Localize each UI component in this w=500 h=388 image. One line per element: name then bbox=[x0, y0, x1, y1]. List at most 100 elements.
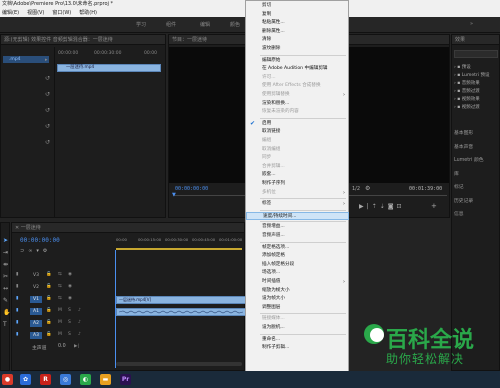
context-menu-item[interactable]: 同步 bbox=[246, 154, 349, 162]
mic-icon[interactable]: ♪ bbox=[78, 332, 81, 337]
selection-tool-icon[interactable]: ➤ bbox=[3, 235, 10, 247]
track-label[interactable]: A2 bbox=[30, 320, 42, 327]
target-icon[interactable]: ▮ bbox=[16, 284, 18, 289]
step-forward-icon[interactable]: ▶| bbox=[359, 203, 372, 210]
context-menu-item[interactable]: 许可... bbox=[246, 74, 349, 82]
solo-icon[interactable]: S bbox=[68, 320, 71, 325]
effects-panel-header[interactable]: 效果 bbox=[452, 35, 499, 45]
target-icon[interactable]: ▮ bbox=[16, 332, 18, 337]
skip-end-icon[interactable]: ▶| bbox=[74, 344, 79, 349]
reset-icon[interactable]: ↺ bbox=[45, 107, 50, 114]
context-menu-item[interactable]: 制作子剪辑... bbox=[246, 344, 349, 352]
folder-icon[interactable]: ▬ bbox=[100, 374, 111, 385]
mic-icon[interactable]: ♪ bbox=[78, 308, 81, 313]
source-clip-bar[interactable]: 一层迷待.mp4 bbox=[57, 64, 161, 72]
work-area-bar[interactable] bbox=[116, 248, 242, 250]
mic-icon[interactable]: ♪ bbox=[78, 320, 81, 325]
premiere-icon[interactable]: Pr bbox=[120, 374, 131, 385]
camera-icon[interactable]: ◙ bbox=[388, 203, 397, 210]
compare-icon[interactable]: ⊡ bbox=[397, 203, 405, 210]
track-label[interactable]: A1 bbox=[30, 308, 42, 315]
context-menu-item[interactable]: 音频增益... bbox=[246, 223, 349, 231]
context-menu-item[interactable]: 制作子序列 bbox=[246, 180, 349, 188]
r-app-icon[interactable]: R bbox=[40, 374, 51, 385]
section-essential-sound[interactable]: 基本声音 bbox=[454, 141, 484, 155]
menu-item-window[interactable]: 窗口(W) bbox=[52, 10, 71, 16]
context-menu-item[interactable]: 多机位 › bbox=[246, 189, 349, 197]
target-icon[interactable]: ▮ bbox=[16, 296, 18, 301]
target-icon[interactable]: ▮ bbox=[16, 308, 18, 313]
context-menu-item[interactable]: 嵌套... bbox=[246, 171, 349, 179]
effects-tree-item[interactable]: › ▪ 音频过渡 bbox=[454, 88, 489, 96]
program-zoom-select[interactable]: 1/2 bbox=[352, 186, 360, 192]
playhead-icon[interactable]: ▼ bbox=[172, 192, 176, 198]
lock-icon[interactable]: 🔓 bbox=[46, 332, 52, 337]
video-clip[interactable]: 一层迷待.mp4[V] bbox=[116, 296, 246, 304]
slip-icon[interactable]: ↔ bbox=[3, 283, 10, 295]
context-menu-item[interactable]: 在 Adobe Audition 中编辑剪辑 bbox=[246, 65, 349, 73]
lock-icon[interactable]: 🔓 bbox=[46, 272, 52, 277]
wrench-icon[interactable]: ⚙ bbox=[365, 185, 370, 192]
workspace-tab-editing[interactable]: 编辑 bbox=[200, 21, 210, 28]
context-menu-item[interactable]: 速度/持续时间... bbox=[246, 211, 349, 220]
section-info[interactable]: 信息 bbox=[454, 208, 484, 222]
menu-item-view[interactable]: 视图(V) bbox=[27, 10, 44, 16]
add-button-icon[interactable]: + bbox=[431, 202, 437, 210]
context-menu-item[interactable]: 启用 ✔ bbox=[246, 120, 349, 128]
source-clip-chip[interactable]: .mp4 bbox=[3, 56, 49, 63]
track-select-icon[interactable]: ⇥ bbox=[3, 247, 10, 259]
context-menu-item[interactable]: 链接媒体... bbox=[246, 315, 349, 323]
sync-icon[interactable]: ⇆ bbox=[58, 272, 62, 277]
eye-icon[interactable]: ◉ bbox=[68, 284, 72, 289]
context-menu-item[interactable]: 取消链接 bbox=[246, 128, 349, 136]
context-menu-item[interactable]: 粘贴属性... bbox=[246, 19, 349, 27]
source-panel-tabs[interactable]: 源:(无剪辑) 效果控件 音频剪辑混合器：一层迷待 bbox=[1, 35, 165, 45]
sync-icon[interactable]: ⇆ bbox=[58, 296, 62, 301]
track-label[interactable]: V2 bbox=[30, 284, 42, 291]
effects-tree-item[interactable]: › ▪ 音频效果 bbox=[454, 80, 489, 88]
context-menu-item[interactable]: 使用剪辑替换 › bbox=[246, 91, 349, 99]
context-menu-item[interactable]: 使用 After Effects 合成替换 bbox=[246, 82, 349, 90]
menu-item-edit[interactable]: 编辑(E) bbox=[2, 10, 19, 16]
solo-icon[interactable]: S bbox=[68, 308, 71, 313]
hand-icon[interactable]: ✋ bbox=[3, 307, 10, 319]
audio-clip[interactable] bbox=[116, 308, 246, 316]
lift-icon[interactable]: ⇡ bbox=[372, 203, 380, 210]
timeline-playhead[interactable] bbox=[115, 250, 116, 368]
snap-icon[interactable]: ⊃ bbox=[20, 248, 28, 254]
track-label[interactable]: A3 bbox=[30, 332, 42, 339]
context-menu-item[interactable]: 调整图层 bbox=[246, 304, 349, 312]
context-menu-item[interactable]: 编组 bbox=[246, 137, 349, 145]
target-icon[interactable]: ▮ bbox=[16, 320, 18, 325]
pen-icon[interactable]: ✎ bbox=[3, 295, 10, 307]
mute-icon[interactable]: M bbox=[58, 320, 62, 325]
context-menu-item[interactable]: 渲染和替换... bbox=[246, 100, 349, 108]
extract-icon[interactable]: ⇣ bbox=[380, 203, 388, 210]
effects-tree-item[interactable]: › ▪ Lumetri 预设 bbox=[454, 72, 489, 80]
lock-icon[interactable]: 🔓 bbox=[46, 320, 52, 325]
effects-tree-item[interactable]: › ▪ 视频过渡 bbox=[454, 104, 489, 112]
context-menu-item[interactable]: 缩放为帧大小 bbox=[246, 287, 349, 295]
reset-icon[interactable]: ↺ bbox=[45, 123, 50, 130]
section-markers[interactable]: 标记 bbox=[454, 181, 484, 195]
menu-item-help[interactable]: 帮助(H) bbox=[79, 10, 97, 16]
mute-icon[interactable]: M bbox=[58, 308, 62, 313]
context-menu-item[interactable]: 合并剪辑... bbox=[246, 163, 349, 171]
section-libraries[interactable]: 库 bbox=[454, 168, 484, 182]
workspace-tab-color[interactable]: 颜色 bbox=[230, 21, 240, 28]
context-menu-item[interactable]: 重命名... bbox=[246, 336, 349, 344]
context-menu-item[interactable]: 时间插值 › bbox=[246, 278, 349, 286]
workspace-overflow-icon[interactable]: » bbox=[470, 21, 473, 27]
eye-icon[interactable]: ◉ bbox=[68, 296, 72, 301]
reset-icon[interactable]: ↺ bbox=[45, 139, 50, 146]
timeline-timecode[interactable]: 00:00:00:00 bbox=[20, 237, 60, 244]
type-icon[interactable]: T bbox=[3, 319, 10, 331]
context-menu-item[interactable]: 复制 bbox=[246, 11, 349, 19]
context-menu-item[interactable]: 取消编组 bbox=[246, 146, 349, 154]
section-lumetri-color[interactable]: Lumetri 颜色 bbox=[454, 154, 484, 168]
context-menu-item[interactable]: 场选项... bbox=[246, 269, 349, 277]
effects-tree-item[interactable]: › ▪ 预设 bbox=[454, 64, 489, 72]
effects-search-input[interactable] bbox=[454, 50, 498, 58]
workspace-tab-assembly[interactable]: 组件 bbox=[166, 21, 176, 28]
mute-icon[interactable]: M bbox=[58, 332, 62, 337]
